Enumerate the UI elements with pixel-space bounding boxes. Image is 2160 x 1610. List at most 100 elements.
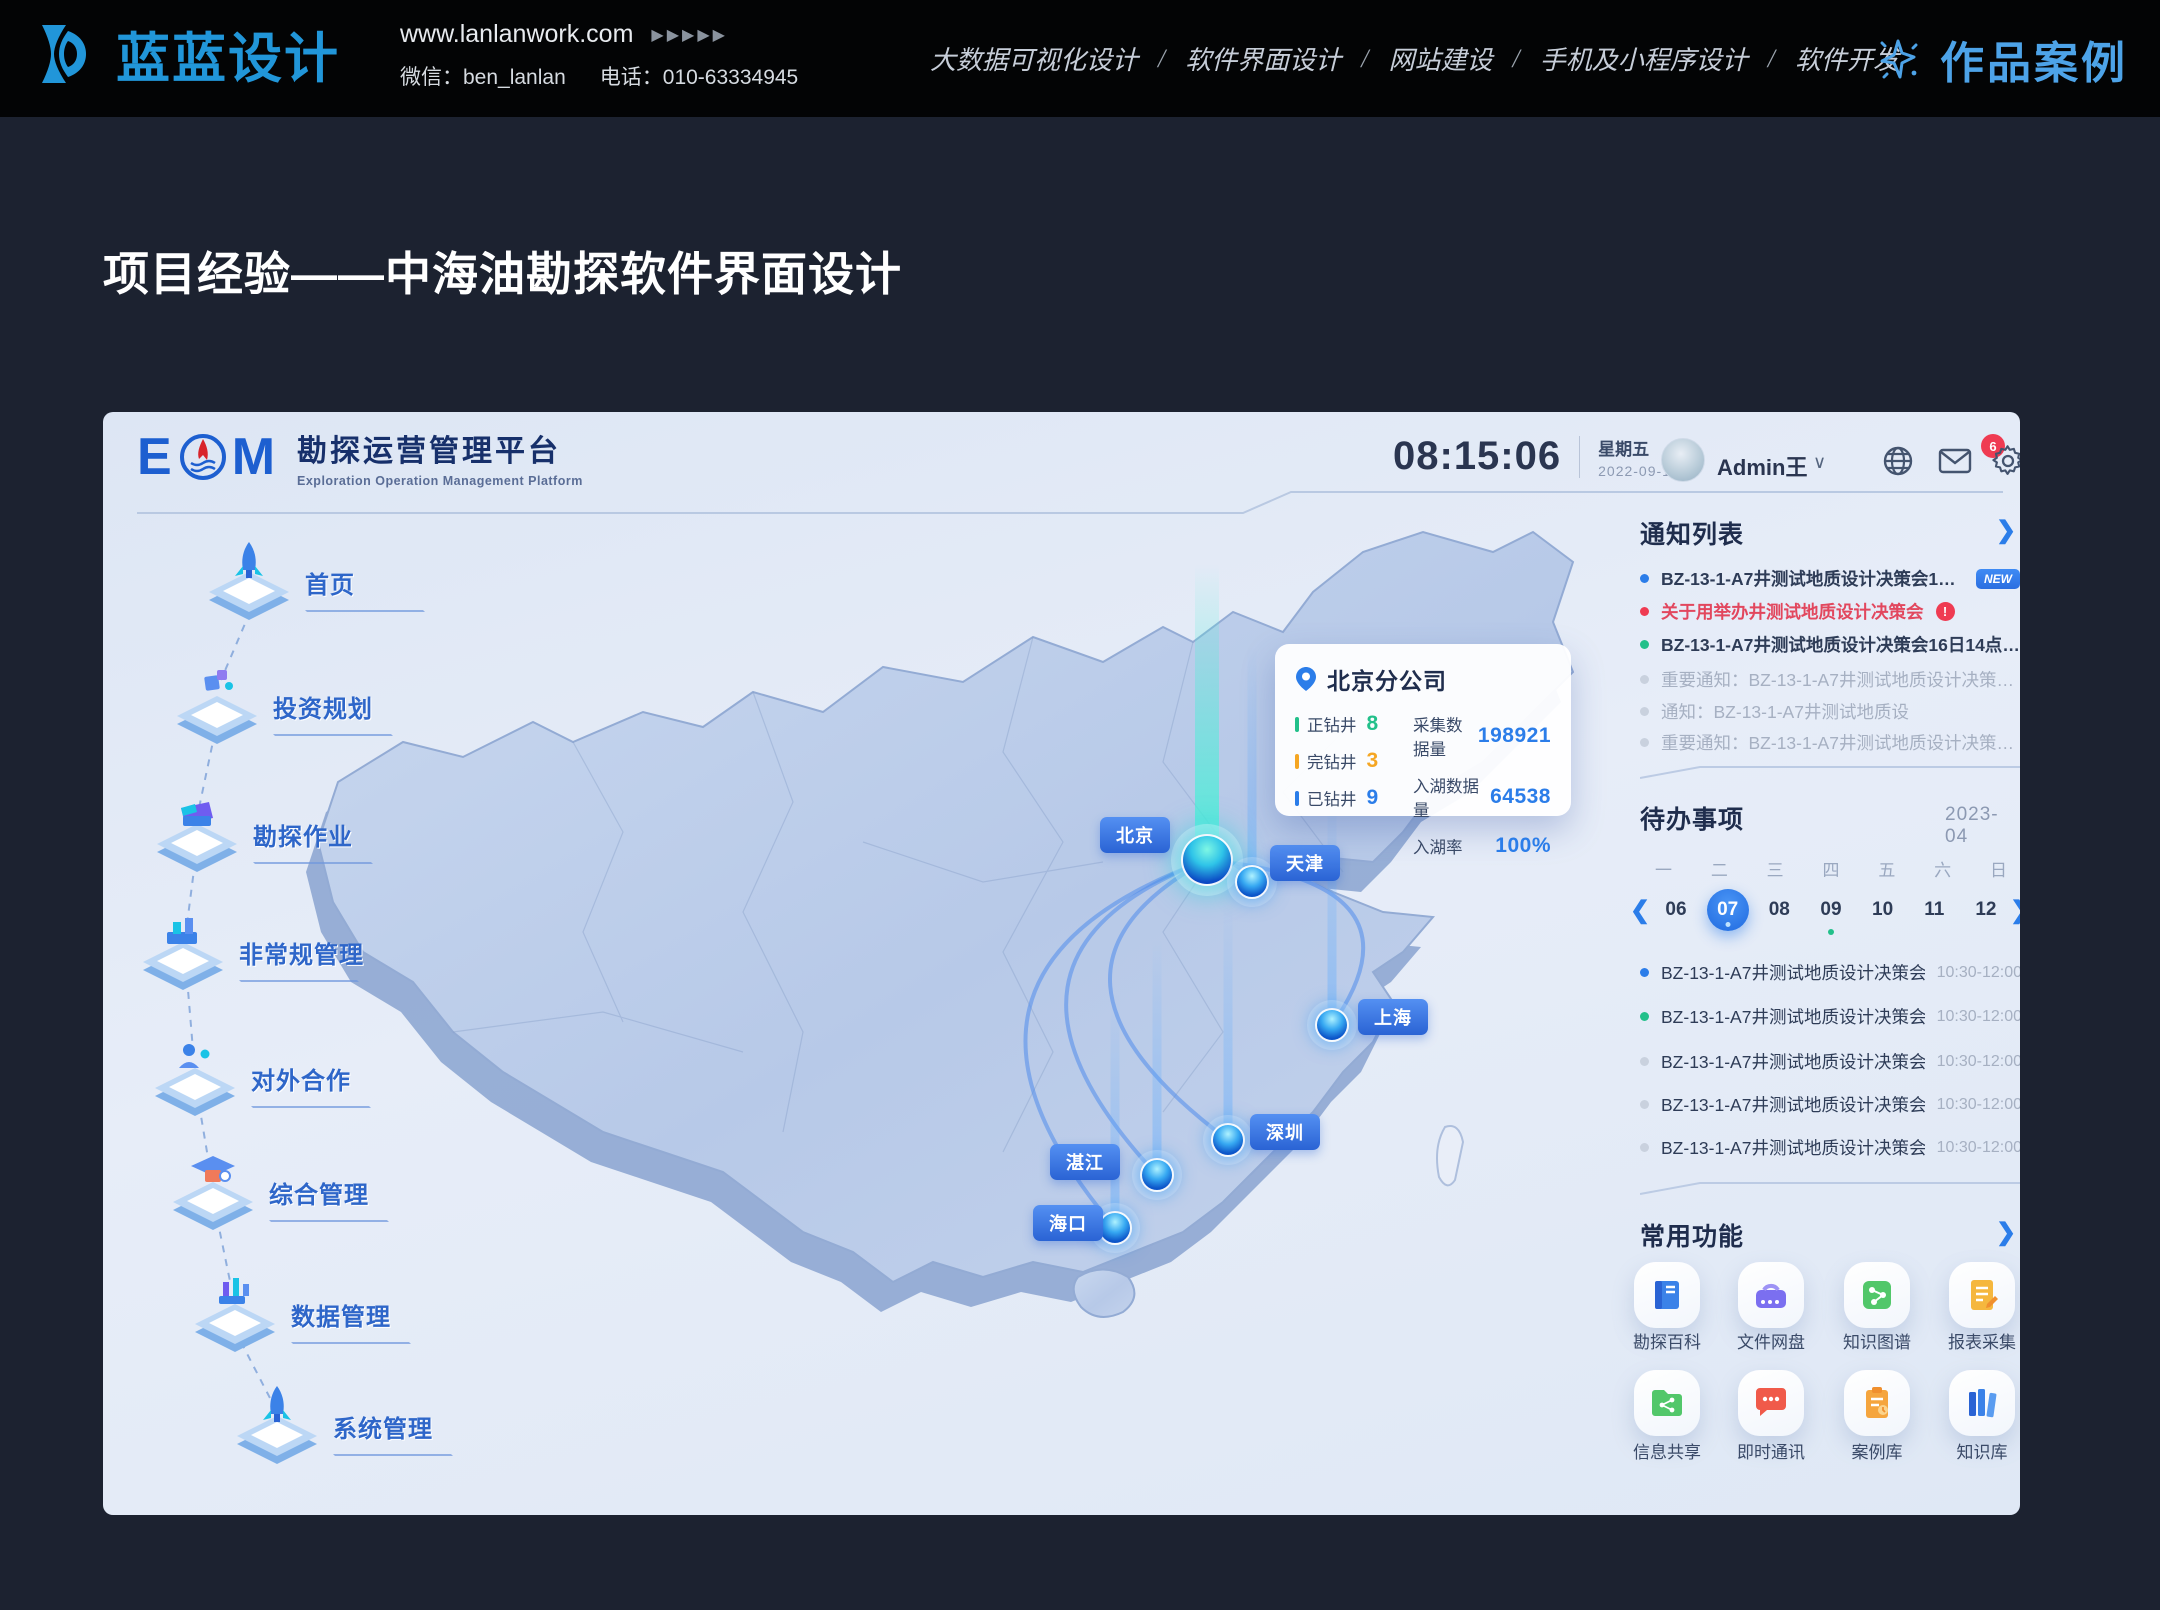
exploration-work-icon [151, 792, 243, 876]
mail-icon[interactable] [1937, 444, 1975, 478]
func-netdisk-button[interactable] [1738, 1262, 1804, 1328]
data-mgmt-icon [189, 1272, 281, 1356]
city-label-zhanjiang[interactable]: 湛江 [1050, 1144, 1120, 1180]
todo-item[interactable]: BZ-13-1-A7井测试地质设计决策会... 10:30-12:00 [1640, 1004, 2020, 1029]
todos-header: 待办事项 [1640, 800, 1744, 836]
clipboard-icon [1858, 1384, 1896, 1422]
external-cooperation-icon [149, 1036, 241, 1120]
globe-icon[interactable] [1881, 444, 1915, 478]
portfolio-link[interactable]: 作品案例 [1872, 0, 2128, 117]
unconventional-mgmt-icon [137, 910, 229, 994]
logo-text: 蓝蓝设计 [116, 14, 340, 93]
notification-item[interactable]: 通知：BZ-13-1-A7井测试地质设 [1640, 699, 2020, 724]
notification-item[interactable]: 关于用举办井测试地质设计决策会 ! [1640, 599, 2020, 624]
todo-item[interactable]: BZ-13-1-A7井测试地质设计决策会 10:30-12:00 [1640, 1049, 2020, 1074]
func-im-button[interactable] [1738, 1370, 1804, 1436]
haikou-beam [1111, 992, 1120, 1232]
notifications-more-arrow[interactable]: ❯ [1996, 516, 2016, 545]
sidebar-item-unconventional[interactable]: 非常规管理 [137, 910, 364, 994]
sidebar-item-home[interactable]: 首页 [203, 540, 355, 624]
section-divider [1640, 1180, 2020, 1196]
chevron-down-icon[interactable]: ∨ [1813, 452, 1826, 473]
sidebar-item-investment[interactable]: 投资规划 [171, 664, 373, 748]
lanlan-logo[interactable]: 蓝蓝设计 [28, 14, 340, 93]
func-label: 勘探百科 [1633, 1328, 1701, 1353]
func-knowledge-graph-button[interactable] [1844, 1262, 1910, 1328]
graph-icon [1858, 1276, 1896, 1314]
user-avatar[interactable] [1661, 438, 1705, 482]
popup-title: 北京分公司 [1327, 662, 1447, 696]
chat-bubble-icon [1751, 1385, 1791, 1421]
calendar-prev-arrow[interactable]: ❮ [1625, 889, 1655, 931]
beijing-marker[interactable] [1181, 834, 1233, 886]
notifications-header: 通知列表 [1640, 515, 1744, 551]
calendar-date[interactable]: 10 [1862, 889, 1904, 931]
city-label-haikou[interactable]: 海口 [1033, 1205, 1103, 1241]
todo-item[interactable]: BZ-13-1-A7井测试地质设计决策会... 10:30-12:00 [1640, 960, 2020, 985]
clock-divider [1579, 436, 1580, 478]
functions-header: 常用功能 [1640, 1217, 1744, 1253]
nav-item-bigdata[interactable]: 大数据可视化设计 [930, 40, 1138, 77]
todo-item[interactable]: BZ-13-1-A7井测试地质设计决策会 10:30-12:00 [1640, 1092, 2020, 1117]
func-label: 文件网盘 [1737, 1328, 1805, 1353]
func-knowledge-base-button[interactable] [1949, 1370, 2015, 1436]
notification-item[interactable]: BZ-13-1-A7井测试地质设计决策会16日14点开始！ [1640, 632, 2020, 657]
haikou-marker[interactable] [1098, 1211, 1132, 1245]
stat-bar [1295, 717, 1299, 732]
notification-item[interactable]: BZ-13-1-A7井测试地质设计决策会16日14点开始 NEW [1640, 566, 2020, 591]
func-label: 报表采集 [1948, 1328, 2016, 1353]
func-case-library-button[interactable] [1844, 1370, 1910, 1436]
notification-item[interactable]: 重要通知：BZ-13-1-A7井测试地质设计决策会16日14... [1640, 730, 2020, 755]
clock-time: 08:15:06 [1393, 434, 1561, 479]
lanlan-logo-icon [28, 17, 102, 91]
calendar-month: 2023-04 [1945, 804, 2020, 848]
calendar-date[interactable]: 09 [1810, 889, 1852, 931]
wechat-contact: 微信：ben_lanlan [400, 61, 566, 91]
calendar-date[interactable]: 12 [1965, 889, 2007, 931]
calendar-date[interactable]: 06 [1655, 889, 1697, 931]
func-report-button[interactable] [1949, 1262, 2015, 1328]
func-encyclopedia-button[interactable] [1634, 1262, 1700, 1328]
todo-item[interactable]: BZ-13-1-A7井测试地质设计决策会 10:30-12:00 [1640, 1135, 2020, 1160]
nav-item-website[interactable]: 网站建设 [1389, 40, 1493, 77]
functions-more-arrow[interactable]: ❯ [1996, 1218, 2016, 1247]
calendar-date-selected[interactable]: 07 [1707, 889, 1749, 931]
location-pin-icon [1295, 666, 1317, 692]
sidebar-item-cooperation[interactable]: 对外合作 [149, 1036, 351, 1120]
nav-item-mobile[interactable]: 手机及小程序设计 [1540, 40, 1748, 77]
portfolio-label: 作品案例 [1940, 27, 2128, 91]
status-dot [1640, 1057, 1649, 1066]
zhanjiang-marker[interactable] [1140, 1158, 1174, 1192]
city-label-shenzhen[interactable]: 深圳 [1250, 1114, 1320, 1150]
sidebar-item-label: 系统管理 [333, 1409, 433, 1444]
calendar-weekdays: 一二 三四 五六 日 [1655, 856, 2007, 881]
user-name[interactable]: Admin王 [1717, 450, 1807, 482]
sidebar-item-exploration[interactable]: 勘探作业 [151, 792, 353, 876]
book-icon [1648, 1276, 1686, 1314]
sidebar-item-label: 对外合作 [251, 1061, 351, 1096]
status-dot [1640, 1012, 1649, 1021]
sidebar-item-system[interactable]: 系统管理 [231, 1384, 433, 1468]
nav-separator: / [1768, 44, 1775, 74]
calendar-date[interactable]: 08 [1758, 889, 1800, 931]
shanghai-marker[interactable] [1315, 1008, 1349, 1042]
sidebar-item-comprehensive[interactable]: 综合管理 [167, 1150, 369, 1234]
status-dot [1640, 607, 1649, 616]
func-label: 知识库 [1957, 1438, 2008, 1463]
stat-drilling-done: 已钻井 9 [1295, 786, 1413, 810]
shenzhen-marker[interactable] [1211, 1123, 1245, 1157]
site-url[interactable]: www.lanlanwork.com [400, 20, 633, 49]
city-label-beijing[interactable]: 北京 [1100, 817, 1170, 853]
notification-item[interactable]: 重要通知：BZ-13-1-A7井测试地质设计决策会16日14... [1640, 667, 2020, 692]
section-divider [1640, 764, 2020, 780]
city-label-shanghai[interactable]: 上海 [1358, 999, 1428, 1035]
nav-item-software-ui[interactable]: 软件界面设计 [1185, 40, 1341, 77]
sidebar-item-data[interactable]: 数据管理 [189, 1272, 391, 1356]
func-info-share-button[interactable] [1634, 1370, 1700, 1436]
calendar-date[interactable]: 11 [1913, 889, 1955, 931]
func-label: 知识图谱 [1843, 1328, 1911, 1353]
contact-block: www.lanlanwork.com ▶▶▶▶▶ 微信：ben_lanlan 电… [400, 20, 798, 91]
gear-icon[interactable] [1991, 444, 2020, 478]
tianjin-marker[interactable] [1235, 865, 1269, 899]
calendar-next-arrow[interactable]: ❯ [2005, 889, 2020, 931]
